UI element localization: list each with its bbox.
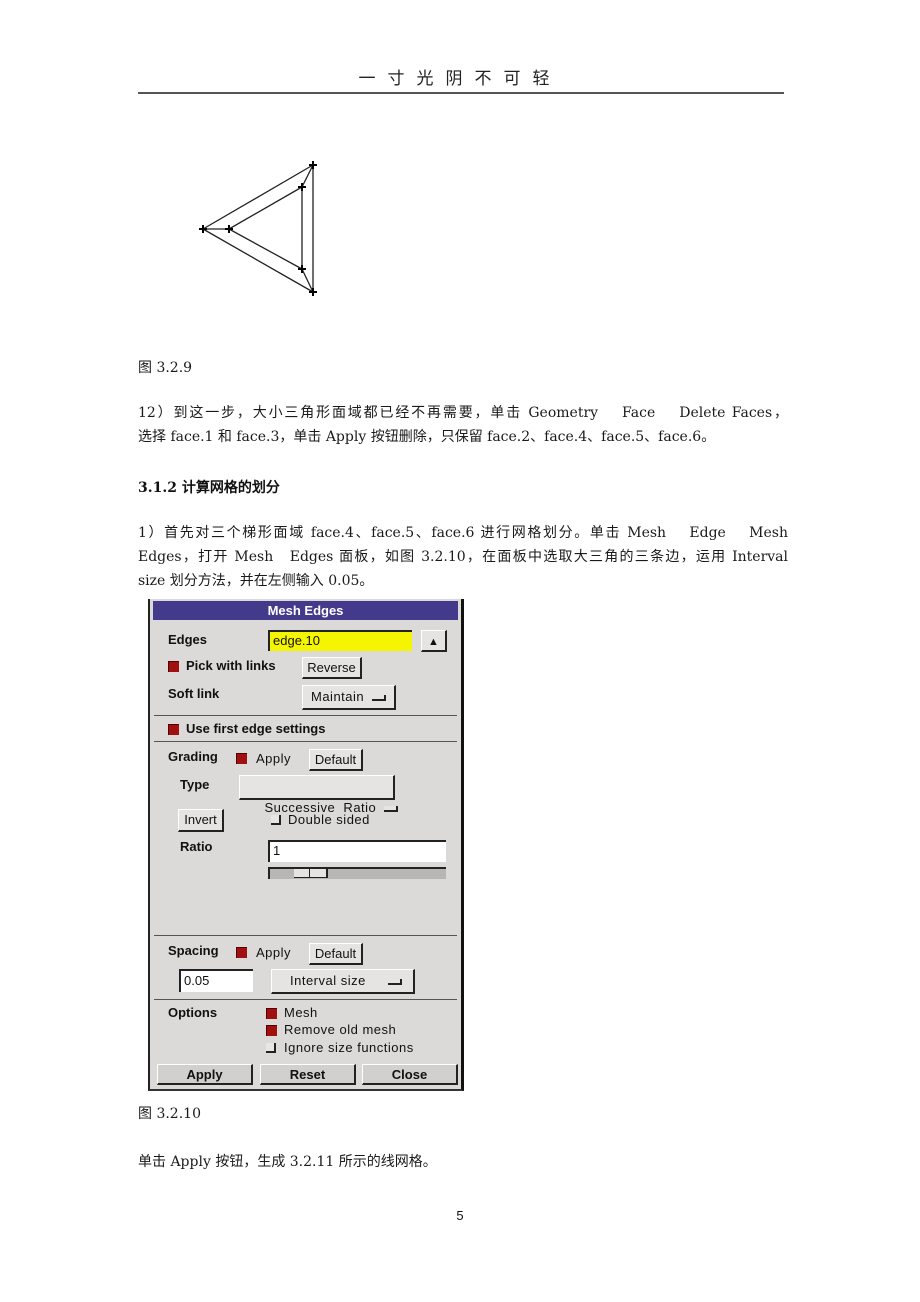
figure-caption-3-2-10: 图 3.2.10 <box>138 1106 201 1122</box>
dropdown-indicator-icon <box>387 978 402 985</box>
edges-label: Edges <box>168 632 208 647</box>
double-sided-checkbox[interactable] <box>271 815 281 825</box>
paragraph-line: 选择 face.1 和 face.3，单击 Apply 按钮删除，只保留 fac… <box>138 429 716 445</box>
reverse-button[interactable]: Reverse <box>302 657 362 679</box>
remove-old-mesh-label: Remove old mesh <box>284 1022 397 1037</box>
soft-link-label: Soft link <box>168 686 220 701</box>
header-title: 一寸光阴不可轻 <box>358 69 562 89</box>
dialog-title: Mesh Edges <box>153 601 458 620</box>
edges-input[interactable]: edge.10 <box>268 630 412 651</box>
reset-button[interactable]: Reset <box>260 1064 356 1085</box>
ignore-size-functions-checkbox[interactable] <box>266 1043 276 1053</box>
up-arrow-icon: ▲ <box>428 636 439 648</box>
paragraph-line: size 划分方法，并在左侧输入 0.05。 <box>138 573 374 589</box>
use-first-edge-checkbox[interactable] <box>168 724 179 735</box>
spacing-default-button[interactable]: Default <box>309 943 363 965</box>
use-first-edge-label: Use first edge settings <box>186 721 326 736</box>
spacing-method-dropdown[interactable]: Interval size <box>271 969 415 994</box>
invert-button[interactable]: Invert <box>178 809 224 832</box>
paragraph-step-1: 1）首先对三个梯形面域 face.4、face.5、face.6 进行网格划分。… <box>138 521 788 593</box>
double-sided-label: Double sided <box>288 812 370 827</box>
paragraph-step-12: 12）到这一步，大小三角形面域都已经不再需要，单击 Geometry Face … <box>138 401 788 449</box>
pick-with-links-checkbox[interactable] <box>168 661 179 672</box>
outer-edge-bottom <box>202 228 314 293</box>
grading-default-button[interactable]: Default <box>309 749 363 771</box>
options-label: Options <box>168 1005 218 1020</box>
ratio-input[interactable]: 1 <box>268 840 446 862</box>
soft-link-value: Maintain <box>311 689 365 704</box>
apply-button[interactable]: Apply <box>157 1064 253 1085</box>
ignore-size-functions-label: Ignore size functions <box>284 1040 414 1055</box>
separator <box>154 741 457 742</box>
dropdown-indicator-icon <box>372 694 387 701</box>
paragraph-after-figure: 单击 Apply 按钮，生成 3.2.11 所示的线网格。 <box>138 1154 437 1170</box>
spacing-apply-label: Apply <box>256 945 292 960</box>
separator <box>154 715 457 716</box>
ratio-slider-handle[interactable] <box>294 869 328 878</box>
grading-label: Grading <box>168 749 218 764</box>
mesh-label: Mesh <box>284 1005 318 1020</box>
dropdown-indicator-icon <box>384 805 399 812</box>
separator <box>154 999 457 1000</box>
ratio-label: Ratio <box>180 839 213 854</box>
remove-old-mesh-checkbox[interactable] <box>266 1025 277 1036</box>
close-button[interactable]: Close <box>362 1064 458 1085</box>
triangle-geometry-sketch <box>199 161 317 296</box>
type-label: Type <box>180 777 210 792</box>
grading-apply-label: Apply <box>256 751 292 766</box>
spacing-value-input[interactable]: 0.05 <box>179 969 253 992</box>
paragraph-line: 12）到这一步，大小三角形面域都已经不再需要，单击 Geometry Face … <box>138 405 788 421</box>
mesh-edges-dialog: Mesh Edges Edges edge.10 ▲ Pick with lin… <box>148 599 464 1091</box>
spacing-method-value: Interval size <box>290 973 366 988</box>
grading-apply-checkbox[interactable] <box>236 753 247 764</box>
grading-type-dropdown[interactable]: Successive Ratio <box>239 775 399 815</box>
spacing-apply-checkbox[interactable] <box>236 947 247 958</box>
mesh-checkbox[interactable] <box>266 1008 277 1019</box>
section-heading: 3.1.2 计算网格的划分 <box>138 480 280 496</box>
outer-edge-top <box>202 164 314 230</box>
inner-edge-bottom <box>228 228 303 270</box>
pick-with-links-label: Pick with links <box>186 658 276 673</box>
separator <box>154 935 457 936</box>
spacing-label: Spacing <box>168 943 219 958</box>
header-rule <box>138 92 784 94</box>
ratio-slider-track[interactable] <box>268 867 446 879</box>
paragraph-line: 1）首先对三个梯形面域 face.4、face.5、face.6 进行网格划分。… <box>138 525 788 541</box>
page-number: 5 <box>456 1208 464 1223</box>
figure-caption-3-2-9: 图 3.2.9 <box>138 360 193 376</box>
edges-select-button[interactable]: ▲ <box>421 630 447 652</box>
soft-link-dropdown[interactable]: Maintain <box>302 685 396 710</box>
paragraph-line: Edges，打开 Mesh Edges 面板，如图 3.2.10，在面板中选取大… <box>138 549 788 565</box>
